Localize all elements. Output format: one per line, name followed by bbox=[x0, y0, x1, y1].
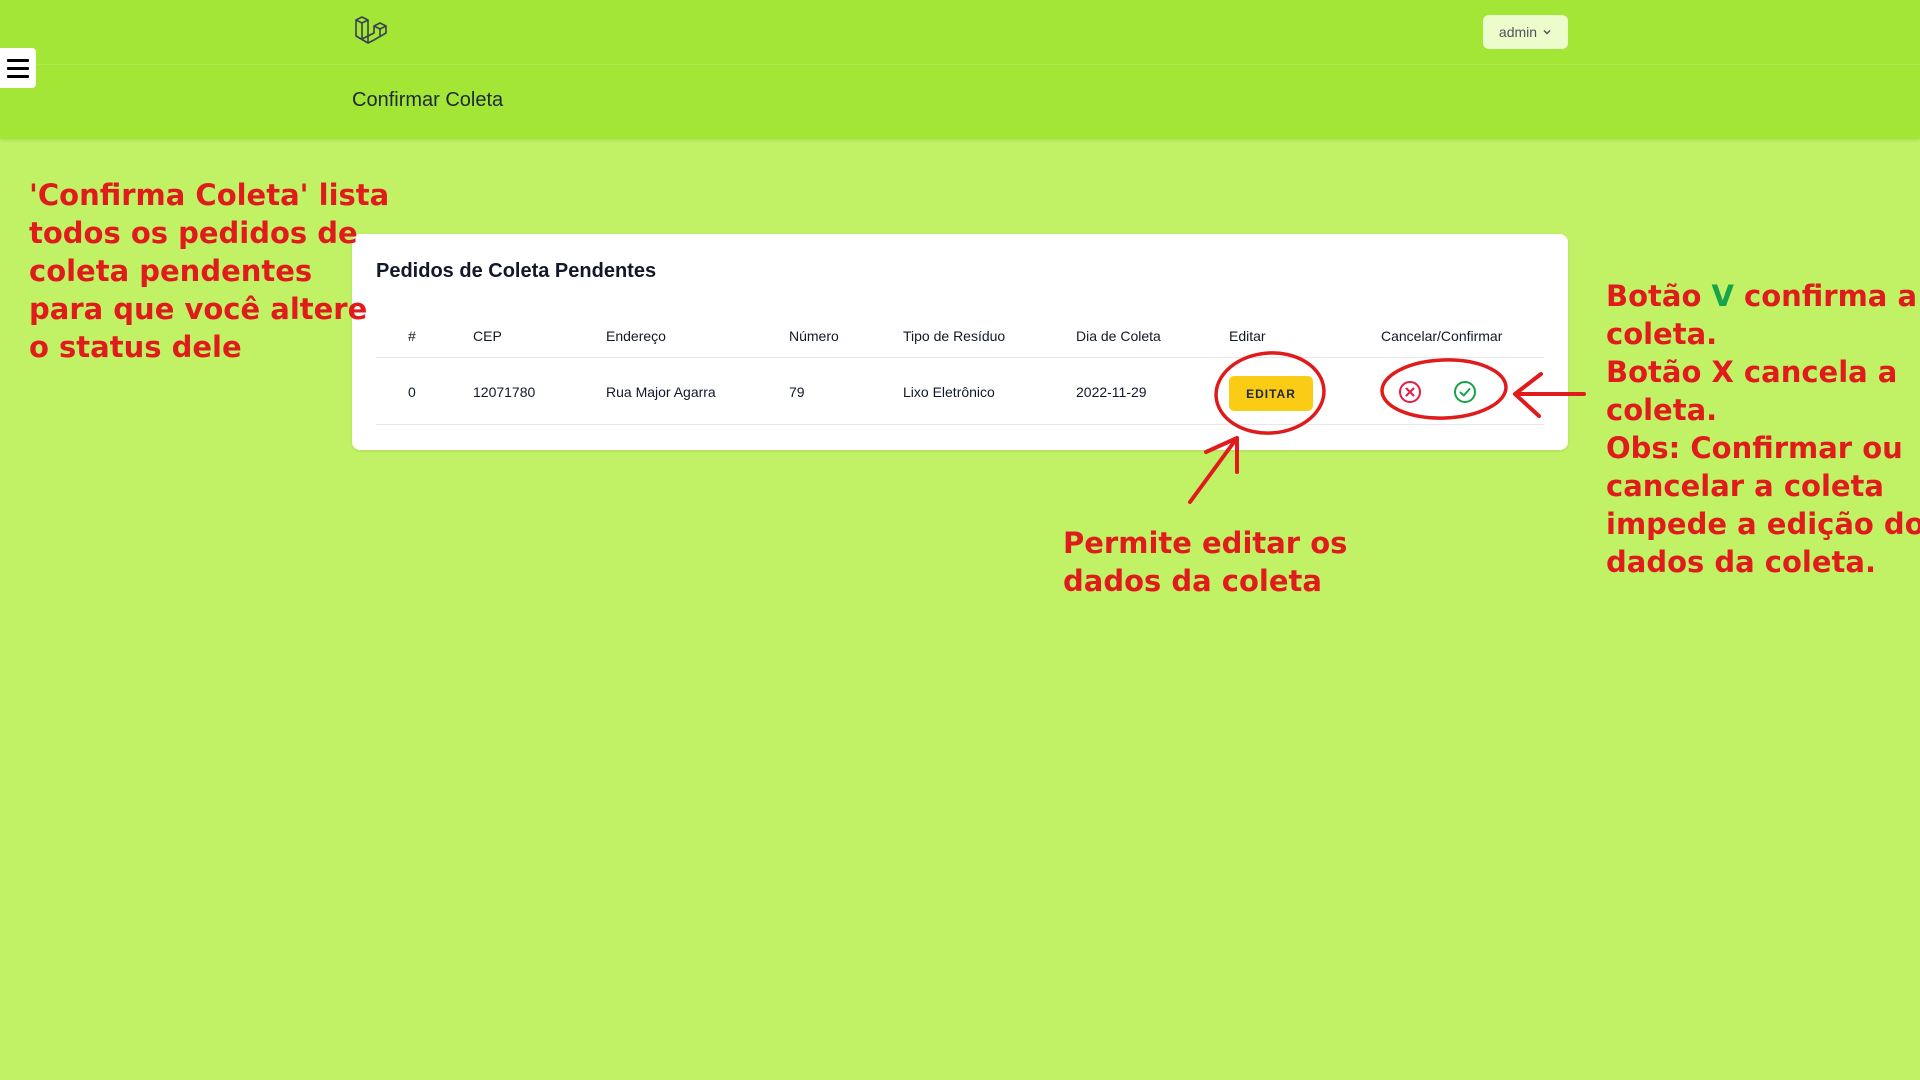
annotation-v-letter: V bbox=[1711, 279, 1734, 313]
column-header-cancelar-confirmar: Cancelar/Confirmar bbox=[1381, 328, 1503, 344]
column-header-endereco: Endereço bbox=[606, 328, 666, 344]
annotation-right: Botão V confirma a coleta. Botão X cance… bbox=[1606, 277, 1920, 581]
page-title: Confirmar Coleta bbox=[352, 89, 504, 111]
annotation-right-line: impede a edição dos bbox=[1606, 507, 1920, 541]
annotation-right-line: Botão X cancela a bbox=[1606, 355, 1898, 389]
cell-dia: 2022-11-29 bbox=[1076, 384, 1147, 400]
annotation-right-line: coleta. bbox=[1606, 317, 1718, 351]
annotation-left-line: coleta pendentes bbox=[29, 254, 313, 288]
pending-collections-card: Pedidos de Coleta Pendentes # CEP Endere… bbox=[352, 234, 1568, 450]
confirm-circle-check-icon[interactable] bbox=[1452, 379, 1478, 405]
annotation-middle: Permite editar os dados da coleta bbox=[1063, 524, 1347, 600]
annotation-left-line: 'Confirma Coleta' lista bbox=[29, 178, 390, 212]
annotation-middle-line: Permite editar os bbox=[1063, 526, 1348, 560]
annotation-right-line: dados da coleta. bbox=[1606, 545, 1876, 579]
cell-id: 0 bbox=[408, 384, 416, 400]
laravel-logo-icon[interactable] bbox=[352, 14, 388, 50]
annotation-right-line: coleta. bbox=[1606, 393, 1718, 427]
top-navbar: admin Confirmar Coleta bbox=[0, 0, 1920, 139]
cell-tipo: Lixo Eletrônico bbox=[903, 384, 995, 400]
annotation-left-line: para que você altere bbox=[29, 292, 368, 326]
edit-button[interactable]: EDITAR bbox=[1229, 376, 1313, 411]
user-name: admin bbox=[1498, 24, 1538, 40]
chevron-down-icon bbox=[1543, 29, 1551, 35]
annotation-left-line: o status dele bbox=[29, 330, 242, 364]
cell-numero: 79 bbox=[789, 384, 805, 400]
column-header-numero: Número bbox=[789, 328, 839, 344]
column-header-cep: CEP bbox=[473, 328, 502, 344]
column-header-dia: Dia de Coleta bbox=[1076, 328, 1161, 344]
annotation-middle-line: dados da coleta bbox=[1063, 564, 1322, 598]
row-divider bbox=[376, 424, 1544, 425]
hamburger-menu-icon[interactable] bbox=[0, 48, 36, 88]
column-header-editar: Editar bbox=[1229, 328, 1266, 344]
annotation-text: confirma a bbox=[1733, 279, 1918, 313]
annotation-left-line: todos os pedidos de bbox=[29, 216, 358, 250]
annotation-right-line: cancelar a coleta bbox=[1606, 469, 1884, 503]
column-header-id: # bbox=[408, 328, 416, 344]
card-title: Pedidos de Coleta Pendentes bbox=[376, 260, 657, 282]
annotation-right-line: Botão V confirma a bbox=[1606, 277, 1920, 315]
navbar-divider bbox=[0, 64, 1920, 65]
cell-cep: 12071780 bbox=[473, 384, 536, 400]
header-row-divider bbox=[376, 357, 1544, 358]
annotation-right-line: Obs: Confirmar ou bbox=[1606, 431, 1903, 465]
cancel-circle-x-icon[interactable] bbox=[1397, 379, 1423, 405]
annotation-left: 'Confirma Coleta' lista todos os pedidos… bbox=[29, 176, 389, 366]
column-header-tipo: Tipo de Resíduo bbox=[903, 328, 1006, 344]
annotation-text: Botão bbox=[1606, 279, 1712, 313]
cell-endereco: Rua Major Agarra bbox=[606, 384, 716, 400]
user-dropdown[interactable]: admin bbox=[1483, 15, 1568, 49]
